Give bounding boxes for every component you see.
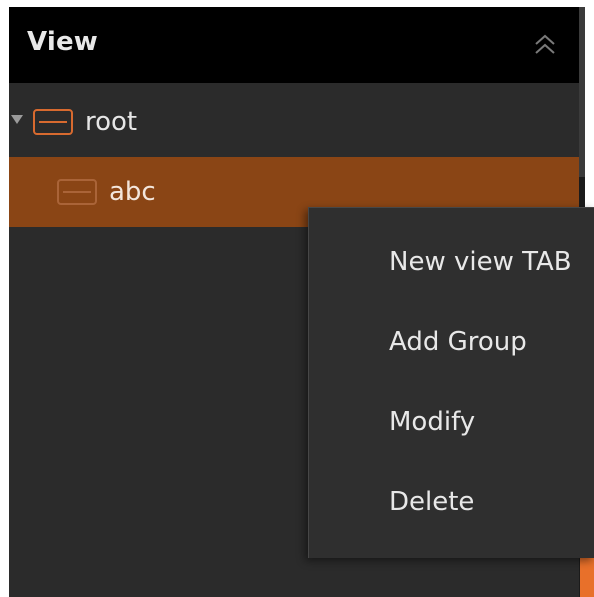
tree-item-root[interactable]: root	[9, 87, 579, 157]
tree-item-label: root	[85, 107, 138, 137]
corner-accent	[580, 558, 594, 597]
menu-item-modify[interactable]: Modify	[309, 392, 594, 452]
app-window: View root abc New view TAB Add Group Mod…	[0, 0, 594, 597]
menu-item-label: Delete	[389, 487, 475, 517]
panel-title: View	[27, 27, 99, 57]
menu-item-add-group[interactable]: Add Group	[309, 312, 594, 372]
menu-item-delete[interactable]: Delete	[309, 472, 594, 532]
panel-header: View	[9, 7, 579, 83]
expand-arrow-icon[interactable]	[11, 115, 23, 124]
menu-item-label: Add Group	[389, 327, 527, 357]
group-icon	[57, 179, 97, 205]
group-icon	[33, 109, 73, 135]
menu-item-label: Modify	[389, 407, 476, 437]
menu-item-new-view-tab[interactable]: New view TAB	[309, 232, 594, 292]
tree-item-label: abc	[109, 177, 156, 207]
collapse-button[interactable]	[527, 27, 563, 63]
double-chevron-up-icon	[535, 34, 555, 54]
context-menu: New view TAB Add Group Modify Delete	[308, 207, 594, 558]
menu-item-label: New view TAB	[389, 247, 572, 277]
